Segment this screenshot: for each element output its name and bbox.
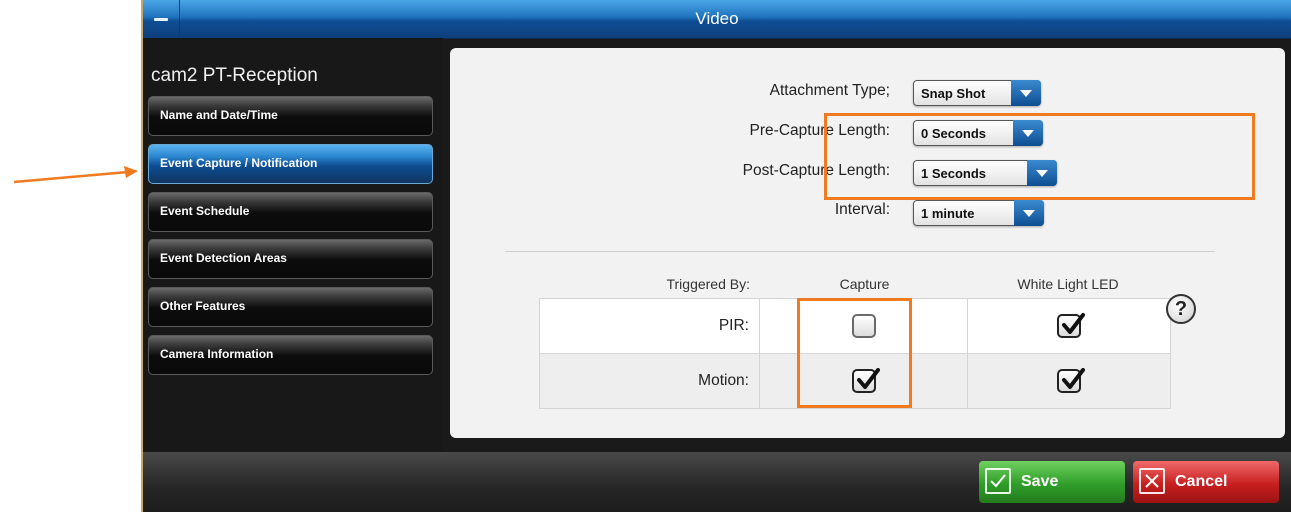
cancel-button[interactable]: Cancel: [1133, 461, 1279, 503]
trigger-table: PIR: Motion:: [539, 298, 1171, 409]
save-button[interactable]: Save: [979, 461, 1125, 503]
post-capture-value: 1 Seconds: [921, 166, 987, 181]
motion-capture-checkbox[interactable]: [851, 368, 880, 393]
pir-capture-checkbox[interactable]: [851, 314, 876, 338]
sidebar: cam2 PT-Reception Name and Date/Time Eve…: [143, 38, 443, 452]
close-icon: [1139, 468, 1165, 494]
motion-led-checkbox[interactable]: [1057, 368, 1085, 393]
checkmark-icon: [1062, 368, 1085, 389]
white-light-led-header: White Light LED: [1017, 276, 1119, 292]
checkmark-icon: [856, 368, 880, 389]
checkmark-icon: [1062, 313, 1085, 334]
attachment-type-label: Attachment Type;: [769, 82, 890, 99]
chevron-down-icon: [1027, 160, 1057, 186]
pre-capture-label: Pre-Capture Length:: [749, 122, 890, 139]
sidebar-item-event-detection-areas[interactable]: Event Detection Areas: [148, 239, 433, 279]
save-label: Save: [1021, 473, 1059, 490]
camera-name: cam2 PT-Reception: [151, 65, 318, 86]
sidebar-item-other-features[interactable]: Other Features: [148, 287, 433, 327]
table-row-pir: PIR:: [539, 298, 1171, 354]
post-capture-label: Post-Capture Length:: [742, 162, 890, 179]
table-row-motion: Motion:: [539, 353, 1171, 409]
title-bar: Video: [143, 0, 1291, 39]
pir-label: PIR:: [539, 298, 760, 354]
attachment-type-value: Snap Shot: [921, 86, 986, 101]
divider: [505, 251, 1215, 252]
pir-led-checkbox[interactable]: [1057, 313, 1085, 338]
cancel-label: Cancel: [1175, 473, 1228, 490]
settings-panel: Attachment Type; Snap Shot Pre-Capture L…: [450, 48, 1285, 438]
capture-header: Capture: [839, 276, 890, 292]
window-title: Video: [695, 9, 739, 28]
interval-label: Interval:: [834, 201, 890, 218]
sidebar-item-name-and-date-time[interactable]: Name and Date/Time: [148, 96, 433, 136]
chevron-down-icon: [1013, 120, 1043, 146]
interval-select[interactable]: 1 minute: [913, 200, 1044, 226]
motion-label: Motion:: [539, 353, 760, 409]
footer-bar: Save Cancel: [143, 452, 1291, 512]
sidebar-item-camera-information[interactable]: Camera Information: [148, 335, 433, 375]
post-capture-select[interactable]: 1 Seconds: [913, 160, 1057, 186]
interval-value: 1 minute: [921, 206, 975, 221]
chevron-down-icon: [1011, 80, 1041, 106]
annotation-arrow: [13, 166, 138, 184]
triggered-by-header: Triggered By:: [666, 276, 750, 292]
attachment-type-select[interactable]: Snap Shot: [913, 80, 1041, 106]
chevron-down-icon: [1014, 200, 1044, 226]
sidebar-item-event-capture-notification[interactable]: Event Capture / Notification: [148, 144, 433, 184]
question-circle-icon[interactable]: ?: [1166, 294, 1196, 324]
sidebar-item-event-schedule[interactable]: Event Schedule: [148, 192, 433, 232]
check-icon: [985, 468, 1011, 494]
video-settings-window: Video cam2 PT-Reception Name and Date/Ti…: [141, 0, 1291, 512]
pre-capture-value: 0 Seconds: [921, 126, 987, 141]
pre-capture-select[interactable]: 0 Seconds: [913, 120, 1043, 146]
